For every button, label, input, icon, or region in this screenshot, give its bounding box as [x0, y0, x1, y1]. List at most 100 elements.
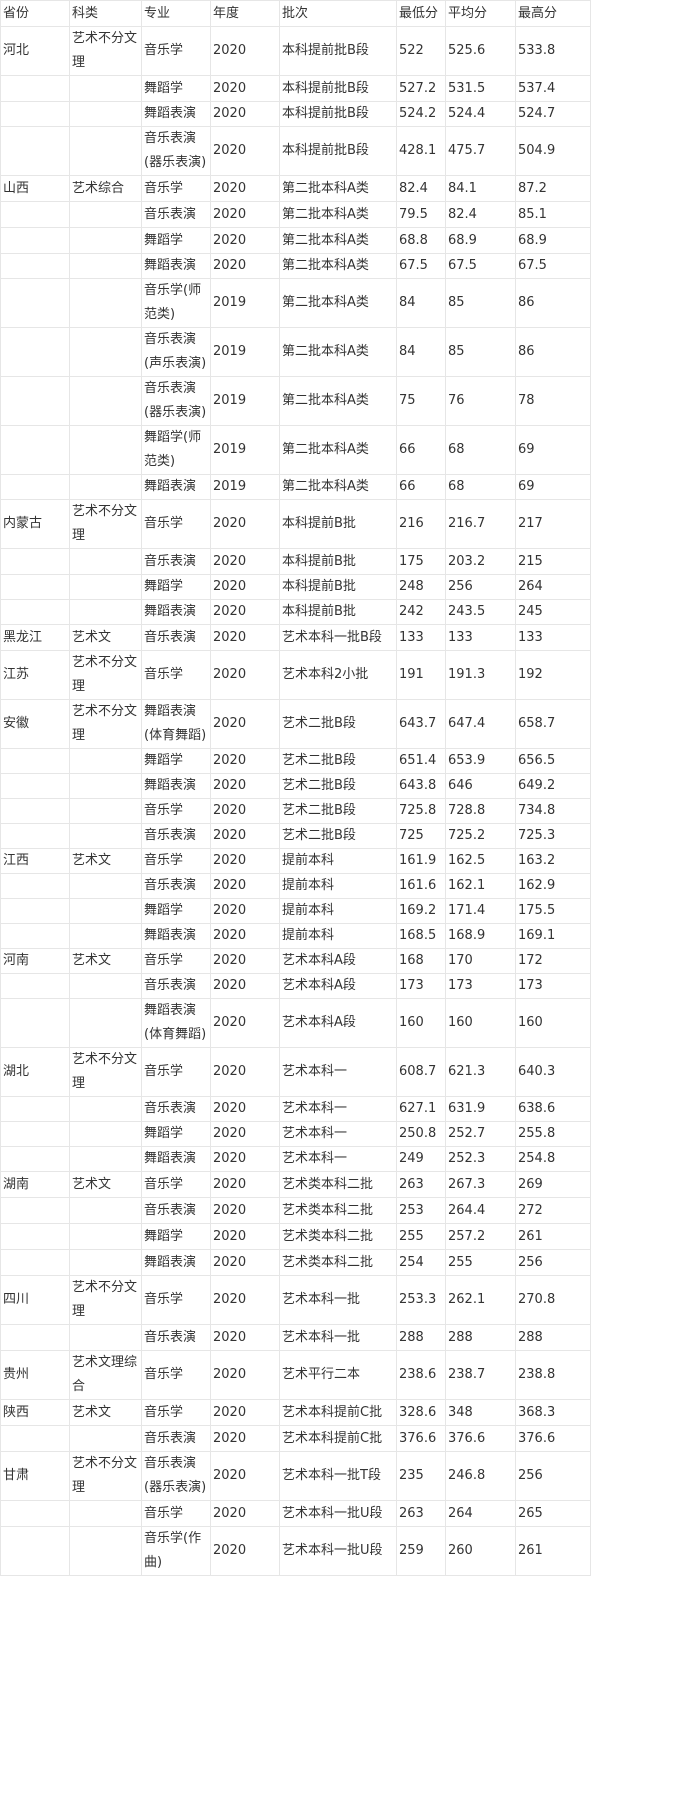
- min-score-cell: 216: [396, 499, 446, 549]
- table-row: 甘肃 艺术不分文理 音乐表演(器乐表演) 2020 艺术本科一批T段 235 246.8 25…: [0, 1451, 591, 1501]
- category-cell: [69, 873, 142, 899]
- batch-cell: 艺术本科A段: [279, 948, 397, 974]
- year-cell: 2019: [210, 327, 280, 377]
- major-cell: 舞蹈学: [141, 748, 211, 774]
- province-cell: 江苏: [0, 650, 70, 700]
- province-cell: 河北: [0, 26, 70, 76]
- year-cell: 2020: [210, 75, 280, 102]
- major-cell: 舞蹈学: [141, 227, 211, 254]
- avg-score-cell: 68: [445, 425, 516, 475]
- major-cell: 舞蹈表演: [141, 253, 211, 279]
- table-row: 舞蹈学 2020 本科提前批B段 527.2 531.5 537.4: [0, 75, 591, 102]
- major-cell: 舞蹈学: [141, 898, 211, 924]
- year-cell: 2020: [210, 574, 280, 600]
- year-cell: 2020: [210, 898, 280, 924]
- max-score-cell: 160: [515, 998, 591, 1048]
- avg-score-cell: 264: [445, 1500, 516, 1527]
- table-row: 四川 艺术不分文理 音乐学 2020 艺术本科一批 253.3 262.1 270.8: [0, 1275, 591, 1325]
- min-score-cell: 527.2: [396, 75, 446, 102]
- major-cell: 音乐学: [141, 1399, 211, 1426]
- category-cell: [69, 278, 142, 328]
- min-score-cell: 254: [396, 1249, 446, 1276]
- score-table: 省份 科类 专业 年度 批次 最低分 平均分 最高分 河北 艺术不分文理 音乐学 20…: [0, 0, 591, 1576]
- max-score-cell: 533.8: [515, 26, 591, 76]
- avg-score-cell: 728.8: [445, 798, 516, 824]
- avg-score-cell: 647.4: [445, 699, 516, 749]
- year-cell: 2019: [210, 425, 280, 475]
- table-row: 江苏 艺术不分文理 音乐学 2020 艺术本科2小批 191 191.3 192: [0, 650, 591, 700]
- category-cell: [69, 823, 142, 849]
- year-cell: 2020: [210, 599, 280, 625]
- year-cell: 2020: [210, 499, 280, 549]
- province-cell: [0, 1249, 70, 1276]
- avg-score-cell: 173: [445, 973, 516, 999]
- table-row: 音乐学(作曲) 2020 艺术本科一批U段 259 260 261: [0, 1526, 591, 1576]
- min-score-cell: 249: [396, 1146, 446, 1172]
- min-score-cell: 168.5: [396, 923, 446, 949]
- max-score-cell: 504.9: [515, 126, 591, 176]
- table-row: 音乐学 2020 艺术二批B段 725.8 728.8 734.8: [0, 798, 591, 824]
- major-cell: 音乐表演: [141, 1197, 211, 1224]
- avg-score-cell: 725.2: [445, 823, 516, 849]
- batch-cell: 提前本科: [279, 898, 397, 924]
- major-cell: 舞蹈学(师范类): [141, 425, 211, 475]
- category-cell: [69, 798, 142, 824]
- category-cell: [69, 201, 142, 228]
- avg-score-cell: 475.7: [445, 126, 516, 176]
- batch-cell: 艺术本科一: [279, 1146, 397, 1172]
- min-score-cell: 82.4: [396, 175, 446, 202]
- table-row: 舞蹈表演 2020 第二批本科A类 67.5 67.5 67.5: [0, 253, 591, 279]
- avg-score-cell: 267.3: [445, 1171, 516, 1198]
- year-cell: 2020: [210, 848, 280, 874]
- table-body: 河北 艺术不分文理 音乐学 2020 本科提前批B段 522 525.6 533.8 舞蹈学 20…: [0, 26, 591, 1576]
- max-score-cell: 169.1: [515, 923, 591, 949]
- year-cell: 2020: [210, 548, 280, 575]
- header-province: 省份: [0, 0, 70, 27]
- min-score-cell: 238.6: [396, 1350, 446, 1400]
- batch-cell: 本科提前批B段: [279, 126, 397, 176]
- province-cell: [0, 201, 70, 228]
- category-cell: 艺术文理综合: [69, 1350, 142, 1400]
- batch-cell: 本科提前B批: [279, 548, 397, 575]
- avg-score-cell: 376.6: [445, 1425, 516, 1452]
- major-cell: 音乐学: [141, 1275, 211, 1325]
- year-cell: 2020: [210, 1096, 280, 1122]
- province-cell: 江西: [0, 848, 70, 874]
- batch-cell: 艺术本科一批B段: [279, 624, 397, 651]
- max-score-cell: 261: [515, 1223, 591, 1250]
- province-cell: [0, 1096, 70, 1122]
- province-cell: [0, 1526, 70, 1576]
- table-row: 音乐表演 2020 艺术本科A段 173 173 173: [0, 973, 591, 999]
- batch-cell: 艺术本科一批T段: [279, 1451, 397, 1501]
- max-score-cell: 269: [515, 1171, 591, 1198]
- year-cell: 2020: [210, 973, 280, 999]
- province-cell: [0, 798, 70, 824]
- batch-cell: 艺术本科一批: [279, 1275, 397, 1325]
- min-score-cell: 160: [396, 998, 446, 1048]
- batch-cell: 艺术本科一批: [279, 1324, 397, 1351]
- avg-score-cell: 133: [445, 624, 516, 651]
- max-score-cell: 173: [515, 973, 591, 999]
- table-row: 音乐表演 2020 艺术类本科二批 253 264.4 272: [0, 1197, 591, 1224]
- year-cell: 2020: [210, 1451, 280, 1501]
- category-cell: [69, 574, 142, 600]
- header-year: 年度: [210, 0, 280, 27]
- max-score-cell: 245: [515, 599, 591, 625]
- year-cell: 2020: [210, 923, 280, 949]
- header-min-score: 最低分: [396, 0, 446, 27]
- year-cell: 2020: [210, 1197, 280, 1224]
- category-cell: [69, 1146, 142, 1172]
- avg-score-cell: 653.9: [445, 748, 516, 774]
- table-row: 贵州 艺术文理综合 音乐学 2020 艺术平行二本 238.6 238.7 238.8: [0, 1350, 591, 1400]
- province-cell: [0, 1500, 70, 1527]
- avg-score-cell: 262.1: [445, 1275, 516, 1325]
- batch-cell: 艺术本科A段: [279, 998, 397, 1048]
- province-cell: [0, 898, 70, 924]
- table-row: 河南 艺术文 音乐学 2020 艺术本科A段 168 170 172: [0, 948, 591, 974]
- province-cell: [0, 101, 70, 127]
- province-cell: [0, 327, 70, 377]
- table-row: 舞蹈表演 2020 艺术类本科二批 254 255 256: [0, 1249, 591, 1276]
- table-row: 湖北 艺术不分文理 音乐学 2020 艺术本科一 608.7 621.3 640.3: [0, 1047, 591, 1097]
- table-row: 舞蹈学 2020 艺术本科一 250.8 252.7 255.8: [0, 1121, 591, 1147]
- min-score-cell: 161.6: [396, 873, 446, 899]
